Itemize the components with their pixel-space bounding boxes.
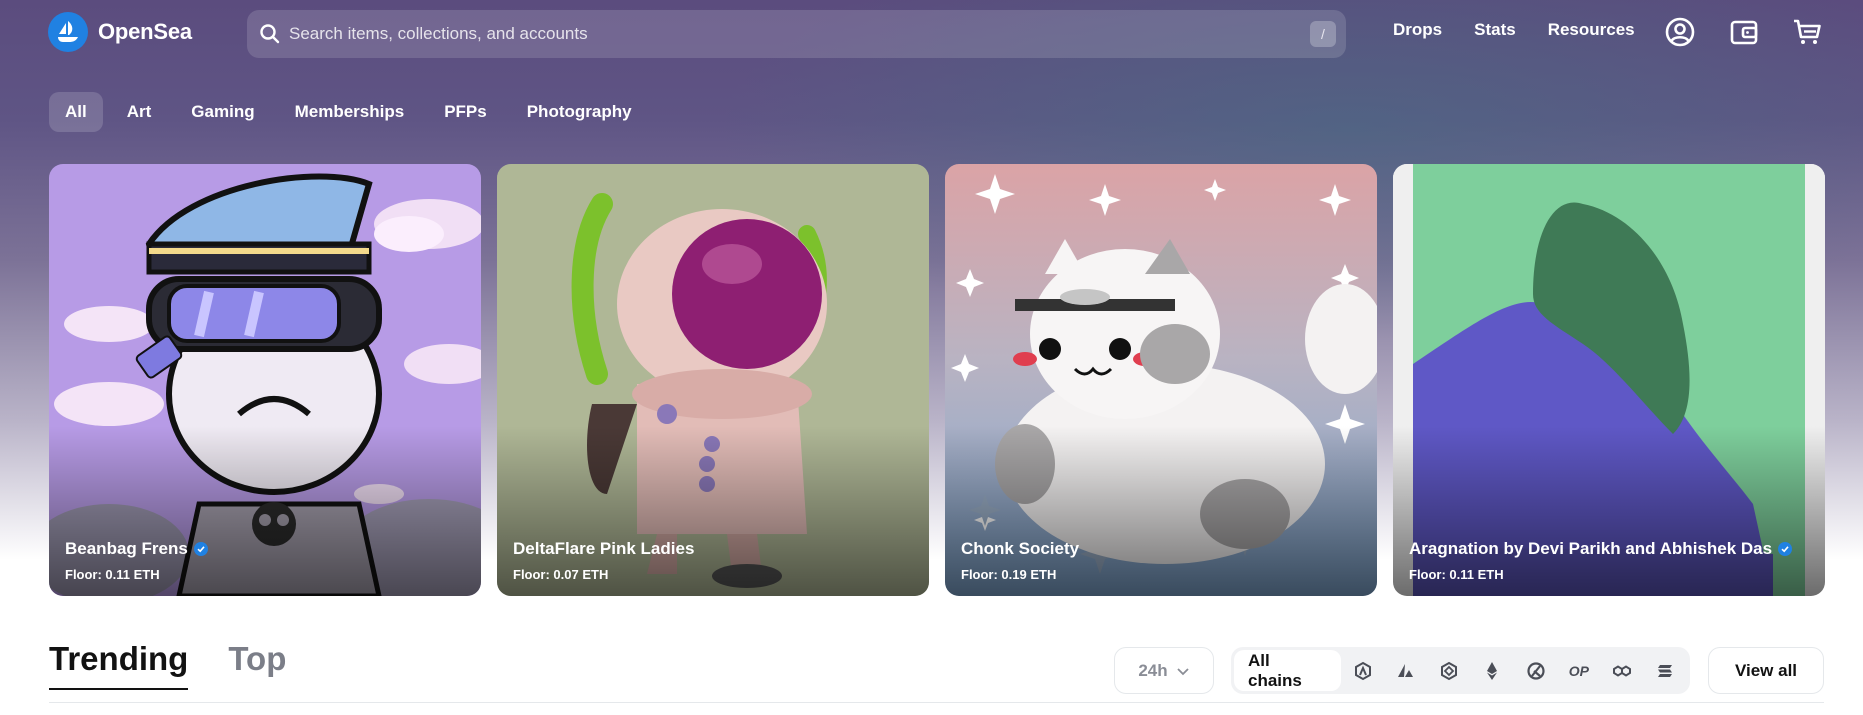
card-info: Chonk Society Floor: 0.19 ETH: [961, 539, 1079, 582]
tab-trending[interactable]: Trending: [49, 640, 189, 690]
nav-link-resources[interactable]: Resources: [1548, 20, 1635, 40]
collection-name: Aragnation by Devi Parikh and Abhishek D…: [1409, 539, 1773, 558]
opensea-logo-icon: [48, 12, 88, 52]
nav-links: Drops Stats Resources: [1393, 20, 1635, 40]
category-tab-gaming[interactable]: Gaming: [175, 92, 270, 132]
card-info: DeltaFlare Pink Ladies Floor: 0.07 ETH: [513, 539, 694, 582]
ranking-tabs: Trending Top: [49, 640, 286, 690]
opensea-logo[interactable]: OpenSea: [48, 12, 192, 52]
account-icon[interactable]: [1664, 16, 1696, 48]
category-tab-all[interactable]: All: [49, 92, 103, 132]
wallet-icon[interactable]: [1728, 16, 1760, 48]
view-all-button[interactable]: View all: [1708, 647, 1824, 694]
klaytn-icon[interactable]: [1514, 650, 1557, 691]
featured-carousel: Beanbag Frens Floor: 0.11 ETH DeltaFlare…: [49, 164, 1825, 596]
solana-icon[interactable]: [1644, 650, 1687, 691]
category-tab-pfps[interactable]: PFPs: [428, 92, 503, 132]
search-input[interactable]: [289, 24, 1310, 44]
polygon-icon[interactable]: [1600, 650, 1643, 691]
collection-name: DeltaFlare Pink Ladies: [513, 539, 695, 558]
brand-name: OpenSea: [98, 19, 192, 44]
featured-card[interactable]: Aragnation by Devi Parikh and Abhishek D…: [1393, 164, 1825, 596]
collection-name-row: Beanbag Frens: [65, 539, 208, 559]
featured-card[interactable]: Chonk Society Floor: 0.19 ETH: [945, 164, 1377, 596]
arbitrum-icon[interactable]: [1341, 650, 1384, 691]
search-icon: [260, 24, 280, 44]
time-range-value: 24h: [1138, 660, 1168, 680]
floor-price: Floor: 0.07 ETH: [513, 567, 609, 582]
chain-filter-all[interactable]: All chains: [1234, 650, 1341, 691]
nav-link-drops[interactable]: Drops: [1393, 20, 1442, 40]
avalanche-icon[interactable]: [1384, 650, 1427, 691]
top-nav: OpenSea / Drops Stats Resources: [0, 0, 1863, 66]
category-tab-memberships[interactable]: Memberships: [279, 92, 421, 132]
collection-name-row: DeltaFlare Pink Ladies: [513, 539, 694, 559]
collection-name-row: Aragnation by Devi Parikh and Abhishek D…: [1409, 539, 1793, 559]
category-tabs: All Art Gaming Memberships PFPs Photogra…: [49, 92, 648, 132]
nav-link-stats[interactable]: Stats: [1474, 20, 1516, 40]
chain-filter: All chains OP: [1231, 647, 1690, 694]
verified-badge-icon: [193, 542, 208, 556]
optimism-label: OP: [1568, 662, 1589, 679]
featured-card[interactable]: DeltaFlare Pink Ladies Floor: 0.07 ETH: [497, 164, 929, 596]
bnb-icon[interactable]: [1427, 650, 1470, 691]
category-tab-art[interactable]: Art: [111, 92, 168, 132]
collection-name-row: Chonk Society: [961, 539, 1079, 559]
card-info: Beanbag Frens Floor: 0.11 ETH: [65, 539, 208, 582]
collection-name: Beanbag Frens: [65, 539, 188, 558]
search-bar[interactable]: /: [247, 10, 1346, 58]
tab-divider: [49, 702, 1824, 703]
tab-top[interactable]: Top: [228, 640, 286, 690]
chevron-down-icon: [1177, 667, 1189, 675]
floor-price: Floor: 0.19 ETH: [961, 567, 1057, 582]
search-shortcut-key: /: [1310, 21, 1336, 47]
collection-name: Chonk Society: [961, 539, 1080, 558]
floor-price: Floor: 0.11 ETH: [65, 567, 160, 582]
featured-card[interactable]: Beanbag Frens Floor: 0.11 ETH: [49, 164, 481, 596]
time-range-select[interactable]: 24h: [1114, 647, 1214, 694]
ethereum-icon[interactable]: [1471, 650, 1514, 691]
verified-badge-icon: [1778, 542, 1793, 556]
optimism-icon[interactable]: OP: [1557, 650, 1600, 691]
cart-icon[interactable]: [1791, 16, 1823, 48]
card-info: Aragnation by Devi Parikh and Abhishek D…: [1409, 539, 1793, 582]
floor-price: Floor: 0.11 ETH: [1409, 567, 1504, 582]
category-tab-photography[interactable]: Photography: [511, 92, 648, 132]
